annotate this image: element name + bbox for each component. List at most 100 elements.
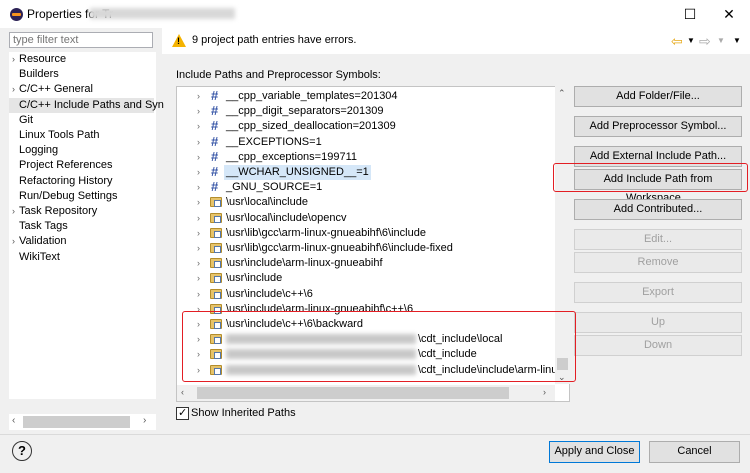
include-folder-icon bbox=[210, 212, 222, 223]
expand-chevron-icon[interactable]: › bbox=[12, 82, 15, 97]
macro-symbol-icon: # bbox=[211, 179, 219, 195]
sidebar-item-label: Validation bbox=[19, 235, 67, 248]
error-message: 9 project path entries have errors. bbox=[192, 34, 357, 46]
close-icon[interactable]: ✕ bbox=[714, 4, 744, 24]
forward-menu-chevron-icon[interactable]: ▼ bbox=[717, 36, 725, 45]
sidebar-item-label: Task Repository bbox=[19, 205, 98, 217]
horizontal-scrollbar[interactable]: ‹ › bbox=[177, 385, 555, 401]
sidebar-item-label: Linux Tools Path bbox=[19, 129, 100, 141]
up-button[interactable]: Up bbox=[574, 312, 742, 333]
include-folder-icon bbox=[210, 227, 222, 238]
entry-label: _GNU_SOURCE=1 bbox=[226, 181, 323, 194]
entry-label: __WCHAR_UNSIGNED__=1 bbox=[224, 165, 371, 180]
minimize-icon[interactable]: ☐ bbox=[675, 4, 705, 24]
edit-button[interactable]: Edit... bbox=[574, 229, 742, 250]
expand-chevron-icon[interactable]: › bbox=[197, 287, 200, 302]
entry-label: \usr\include bbox=[226, 272, 283, 285]
entry-label: \usr\lib\gcc\arm-linux-gnueabihf\6\inclu… bbox=[226, 226, 426, 239]
sidebar-item-label: Task Tags bbox=[19, 220, 68, 233]
cancel-button[interactable]: Cancel bbox=[649, 441, 740, 463]
entry-label: __cpp_sized_deallocation=201309 bbox=[226, 120, 396, 133]
sidebar-item-label: Builders bbox=[19, 68, 59, 81]
sidebar-item-label: Resource bbox=[19, 53, 67, 65]
show-inherited-label: Show Inherited Paths bbox=[191, 407, 296, 419]
title-bar: Properties for Tr ☐ ✕ bbox=[0, 0, 750, 28]
scroll-left-icon[interactable]: ‹ bbox=[12, 415, 15, 426]
entry-label: \usr\include\c++\6 bbox=[226, 287, 313, 300]
expand-chevron-icon[interactable]: › bbox=[12, 52, 15, 67]
entry-label: __EXCEPTIONS=1 bbox=[226, 135, 322, 148]
expand-chevron-icon[interactable]: › bbox=[197, 135, 200, 150]
scrollbar-thumb[interactable] bbox=[23, 416, 130, 428]
expand-chevron-icon[interactable]: › bbox=[12, 204, 15, 219]
sidebar-item-label: Git bbox=[19, 113, 34, 126]
redacted-project-name bbox=[90, 8, 235, 19]
expand-chevron-icon[interactable]: › bbox=[197, 241, 200, 256]
section-label: Include Paths and Preprocessor Symbols: bbox=[176, 69, 381, 81]
add-preprocessor-symbol-button[interactable]: Add Preprocessor Symbol... bbox=[574, 116, 742, 137]
sidebar-item-label: Refactoring History bbox=[19, 174, 113, 187]
include-folder-icon bbox=[210, 243, 222, 253]
sidebar-item[interactable]: C/C++ Include Paths and Syn bbox=[9, 97, 164, 113]
help-icon[interactable]: ? bbox=[12, 441, 32, 461]
macro-symbol-icon: # bbox=[211, 103, 219, 119]
scroll-right-icon[interactable]: › bbox=[143, 415, 146, 426]
sidebar-item-label: Project References bbox=[19, 159, 113, 172]
filter-input[interactable] bbox=[9, 32, 153, 48]
expand-chevron-icon[interactable]: › bbox=[197, 104, 200, 119]
expand-chevron-icon[interactable]: › bbox=[12, 234, 15, 249]
expand-chevron-icon[interactable]: › bbox=[197, 89, 200, 104]
expand-chevron-icon[interactable]: › bbox=[197, 211, 200, 226]
entry-label: \usr\local\include bbox=[226, 196, 308, 209]
entry-label: \usr\include\arm-linux-gnueabihf bbox=[226, 257, 383, 270]
sidebar-item-label: Logging bbox=[19, 144, 59, 157]
entry-label: __cpp_variable_templates=201304 bbox=[226, 90, 398, 102]
add-folder-button[interactable]: Add Folder/File... bbox=[574, 86, 742, 107]
include-folder-icon bbox=[210, 258, 222, 269]
include-folder-icon bbox=[210, 288, 222, 299]
footer-divider bbox=[0, 434, 750, 435]
sidebar-item-label: C/C++ Include Paths and Syn bbox=[19, 98, 164, 111]
sidebar-item-label: C/C++ General bbox=[19, 83, 93, 96]
eclipse-app-icon bbox=[10, 8, 23, 21]
scroll-up-icon[interactable]: ⌃ bbox=[558, 88, 566, 99]
scroll-left-icon[interactable]: ‹ bbox=[181, 387, 184, 397]
entry-label: __cpp_digit_separators=201309 bbox=[226, 105, 384, 118]
sidebar-item-label: WikiText bbox=[19, 250, 60, 263]
expand-chevron-icon[interactable]: › bbox=[197, 226, 200, 241]
sidebar-item-label: Run/Debug Settings bbox=[19, 189, 118, 202]
entry-label: __cpp_exceptions=199711 bbox=[226, 150, 357, 163]
remove-button[interactable]: Remove bbox=[574, 252, 742, 273]
forward-arrow-icon[interactable]: ⇨ bbox=[699, 33, 711, 50]
scroll-right-icon[interactable]: › bbox=[543, 387, 546, 397]
message-bar: 9 project path entries have errors. ⇦ ▼ … bbox=[162, 28, 750, 54]
warning-icon bbox=[172, 34, 186, 47]
scrollbar-thumb[interactable] bbox=[197, 387, 509, 399]
entry-label: \usr\local\include\opencv bbox=[226, 211, 347, 224]
sidebar-horizontal-scrollbar[interactable]: ‹ › bbox=[9, 414, 156, 430]
entry-label: \usr\lib\gcc\arm-linux-gnueabihf\6\inclu… bbox=[226, 242, 453, 254]
back-arrow-icon[interactable]: ⇦ bbox=[671, 33, 683, 50]
include-folder-icon bbox=[210, 197, 222, 208]
expand-chevron-icon[interactable]: › bbox=[197, 256, 200, 271]
macro-symbol-icon: # bbox=[211, 164, 219, 179]
expand-chevron-icon[interactable]: › bbox=[197, 180, 200, 195]
macro-symbol-icon: # bbox=[211, 133, 219, 149]
export-button[interactable]: Export bbox=[574, 282, 742, 303]
apply-and-close-button[interactable]: Apply and Close bbox=[549, 441, 640, 463]
expand-chevron-icon[interactable]: › bbox=[197, 119, 200, 134]
annotation-highlight-entries bbox=[182, 311, 576, 382]
down-button[interactable]: Down bbox=[574, 335, 742, 356]
show-inherited-checkbox[interactable] bbox=[176, 406, 189, 420]
back-menu-chevron-icon[interactable]: ▼ bbox=[687, 36, 695, 45]
annotation-highlight-workspace-button bbox=[553, 163, 748, 192]
property-page-tree: › Resource Builders › C/C++ General C/C++ Inc… bbox=[9, 52, 164, 399]
view-menu-icon[interactable]: ▼ bbox=[733, 36, 741, 45]
expand-chevron-icon[interactable]: › bbox=[197, 165, 200, 180]
expand-chevron-icon[interactable]: › bbox=[197, 195, 200, 210]
expand-chevron-icon[interactable]: › bbox=[197, 150, 200, 165]
expand-chevron-icon[interactable]: › bbox=[197, 271, 200, 286]
macro-symbol-icon: # bbox=[211, 118, 219, 134]
add-contributed-button[interactable]: Add Contributed... bbox=[574, 199, 742, 220]
macro-symbol-icon: # bbox=[211, 88, 219, 103]
